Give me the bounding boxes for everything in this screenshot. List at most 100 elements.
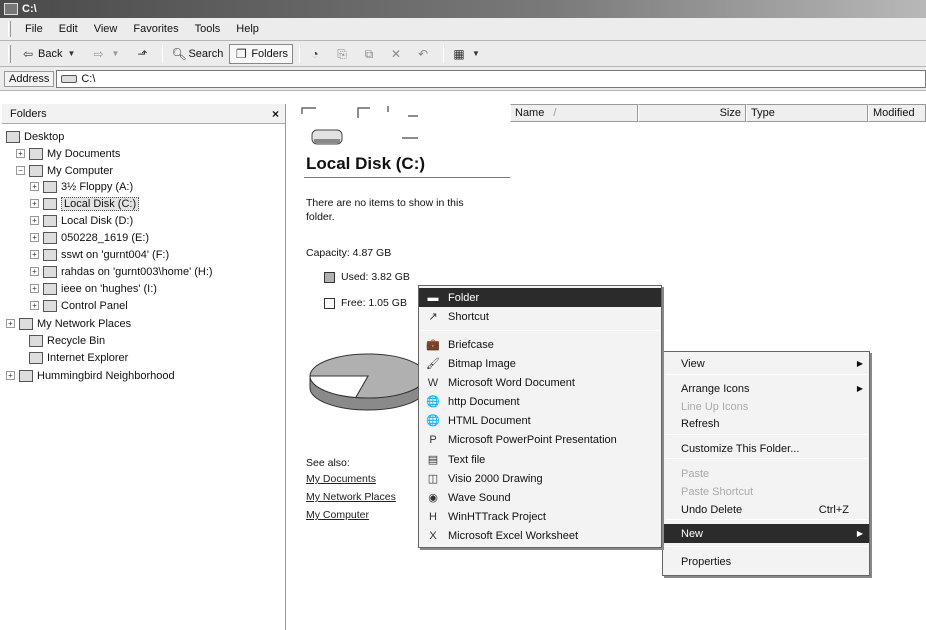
context-menu-item[interactable]: Arrange Icons ▶ bbox=[663, 379, 869, 398]
hard-drive-icon bbox=[43, 214, 57, 227]
context-menu-item[interactable]: New ▶ bbox=[663, 524, 869, 543]
expand-icon[interactable]: + bbox=[30, 284, 39, 293]
column-header-size[interactable]: Size bbox=[638, 104, 746, 122]
context-menu-item[interactable]: Customize This Folder... bbox=[663, 439, 869, 458]
see-also-label: See also: bbox=[306, 457, 350, 469]
empty-folder-line: folder. bbox=[306, 211, 335, 223]
new-submenu-item[interactable]: W Microsoft Word Document bbox=[419, 373, 661, 392]
history-button[interactable]: ◔ bbox=[304, 44, 329, 64]
dropdown-arrow-icon[interactable]: ▼ bbox=[64, 47, 78, 61]
expand-icon[interactable]: + bbox=[30, 301, 39, 310]
tree-item[interactable]: Internet Explorer bbox=[16, 349, 128, 366]
tree-item-label: Internet Explorer bbox=[47, 351, 129, 364]
tree-item[interactable]: + rahdas on 'gurnt003\home' (H:) bbox=[30, 263, 213, 280]
menu-edit[interactable]: Edit bbox=[51, 19, 86, 39]
menu-file[interactable]: File bbox=[17, 19, 51, 39]
toolbar-separator bbox=[443, 44, 445, 63]
address-value: C:\ bbox=[81, 72, 96, 85]
menu-item-label: Paste Shortcut bbox=[681, 485, 754, 498]
tree-item[interactable]: + Hummingbird Neighborhood bbox=[6, 367, 175, 384]
expand-icon[interactable]: + bbox=[30, 233, 39, 242]
link-my-documents[interactable]: My Documents bbox=[306, 473, 376, 485]
column-header-modified[interactable]: Modified bbox=[868, 104, 926, 122]
context-menu-item[interactable]: Properties bbox=[663, 552, 869, 571]
expand-icon[interactable]: + bbox=[30, 267, 39, 276]
expand-icon[interactable]: + bbox=[30, 250, 39, 259]
new-submenu-item[interactable]: ↗ Shortcut bbox=[419, 307, 661, 326]
menu-separator bbox=[665, 374, 867, 375]
link-my-computer[interactable]: My Computer bbox=[306, 509, 369, 521]
expand-icon[interactable]: + bbox=[6, 319, 15, 328]
drive-banner-graphic bbox=[301, 106, 418, 145]
dropdown-arrow-icon[interactable]: ▼ bbox=[469, 47, 483, 61]
capacity-text: Capacity: 4.87 GB bbox=[306, 247, 392, 259]
new-submenu: ▬ Folder ↗ Shortcut 💼 Briefcase 🖌 Bitmap Image W… bbox=[418, 285, 662, 548]
toolbar-grip[interactable] bbox=[8, 44, 11, 63]
new-submenu-item[interactable]: 🌐 HTML Document bbox=[419, 411, 661, 430]
search-button[interactable]: 🔍︎ Search bbox=[167, 44, 227, 64]
menu-view[interactable]: View bbox=[86, 19, 126, 39]
tree-item[interactable]: + sswt on 'gurnt004' (F:) bbox=[30, 246, 169, 263]
expand-icon[interactable]: + bbox=[30, 182, 39, 191]
move-to-button[interactable]: ⎘ bbox=[331, 44, 356, 64]
tree-item[interactable]: + My Documents bbox=[16, 145, 120, 162]
menu-help[interactable]: Help bbox=[228, 19, 267, 39]
shortcut-icon: ↗ bbox=[428, 310, 438, 323]
collapse-icon[interactable]: − bbox=[16, 166, 25, 175]
tree-item[interactable]: + My Network Places bbox=[6, 315, 131, 332]
new-submenu-item[interactable]: ◉ Wave Sound bbox=[419, 488, 661, 507]
expand-icon[interactable]: + bbox=[30, 216, 39, 225]
menu-bar: File Edit View Favorites Tools Help bbox=[0, 18, 926, 41]
tree-item[interactable]: + Control Panel bbox=[30, 297, 128, 314]
expand-icon[interactable]: + bbox=[30, 199, 39, 208]
tree-item[interactable]: + Local Disk (D:) bbox=[30, 212, 133, 229]
column-header-name[interactable]: Name / bbox=[510, 104, 638, 122]
new-submenu-item[interactable]: ▬ Folder bbox=[419, 288, 661, 307]
forward-button[interactable]: ⇨ ▼ bbox=[87, 44, 129, 64]
new-submenu-item[interactable]: ◫ Visio 2000 Drawing bbox=[419, 469, 661, 488]
tree-item[interactable]: Desktop bbox=[6, 128, 64, 145]
link-my-network-places[interactable]: My Network Places bbox=[306, 491, 396, 503]
close-icon[interactable]: × bbox=[272, 107, 279, 121]
undo-icon: ↶ bbox=[417, 46, 429, 61]
tree-item[interactable]: + Local Disk (C:) bbox=[30, 195, 140, 212]
back-button[interactable]: ⇦ Back ▼ bbox=[17, 44, 85, 64]
views-button[interactable]: ▦ ▼ bbox=[448, 44, 490, 64]
context-menu-item[interactable]: Refresh bbox=[663, 414, 869, 433]
recycle-bin-icon bbox=[29, 334, 43, 347]
folder-icon: ▬ bbox=[427, 291, 439, 304]
up-folder-button[interactable]: ⬏ bbox=[131, 44, 156, 64]
expand-icon[interactable]: + bbox=[6, 371, 15, 380]
menu-tools[interactable]: Tools bbox=[187, 19, 229, 39]
new-submenu-item[interactable]: 🖌 Bitmap Image bbox=[419, 354, 661, 373]
folders-button[interactable]: ❐ Folders bbox=[229, 43, 294, 64]
new-submenu-item[interactable]: ▤ Text file bbox=[419, 450, 661, 469]
new-submenu-item[interactable]: P Microsoft PowerPoint Presentation bbox=[419, 430, 661, 449]
menu-favorites[interactable]: Favorites bbox=[125, 19, 186, 39]
tree-item[interactable]: +3½ Floppy (A:) bbox=[30, 178, 133, 195]
dropdown-arrow-icon[interactable]: ▼ bbox=[108, 47, 122, 61]
new-submenu-item[interactable]: 💼 Briefcase bbox=[419, 335, 661, 354]
tree-item[interactable]: + ieee on 'hughes' (I:) bbox=[30, 280, 157, 297]
context-menu-item[interactable]: View ▶ bbox=[663, 354, 869, 373]
delete-button[interactable]: ✕ bbox=[385, 44, 410, 64]
menu-item-label: Visio 2000 Drawing bbox=[448, 472, 543, 485]
new-submenu-item[interactable]: 🌐 http Document bbox=[419, 392, 661, 411]
used-space-text: Used: 3.82 GB bbox=[341, 271, 410, 283]
control-panel-icon bbox=[43, 299, 57, 312]
menubar-grip[interactable] bbox=[8, 21, 11, 37]
new-submenu-item[interactable]: X Microsoft Excel Worksheet bbox=[419, 526, 661, 545]
expand-icon[interactable]: + bbox=[16, 149, 25, 158]
column-header-type[interactable]: Type bbox=[746, 104, 868, 122]
tree-item[interactable]: +050228_1619 (E:) bbox=[30, 229, 149, 246]
tree-item[interactable]: − My Computer bbox=[16, 162, 113, 179]
undo-button[interactable]: ↶ bbox=[412, 44, 437, 64]
address-field[interactable]: C:\ bbox=[56, 69, 926, 88]
context-menu-item[interactable]: Undo Delete Ctrl+Z bbox=[663, 500, 869, 519]
tree-item-label: Local Disk (C:) bbox=[61, 196, 140, 211]
network-drive-icon bbox=[43, 248, 57, 261]
tree-item[interactable]: Recycle Bin bbox=[16, 332, 105, 349]
copy-to-button[interactable]: ⧉ bbox=[358, 44, 383, 64]
new-submenu-item[interactable]: H WinHTTrack Project bbox=[419, 507, 661, 526]
tree-item-label: Recycle Bin bbox=[47, 334, 106, 347]
